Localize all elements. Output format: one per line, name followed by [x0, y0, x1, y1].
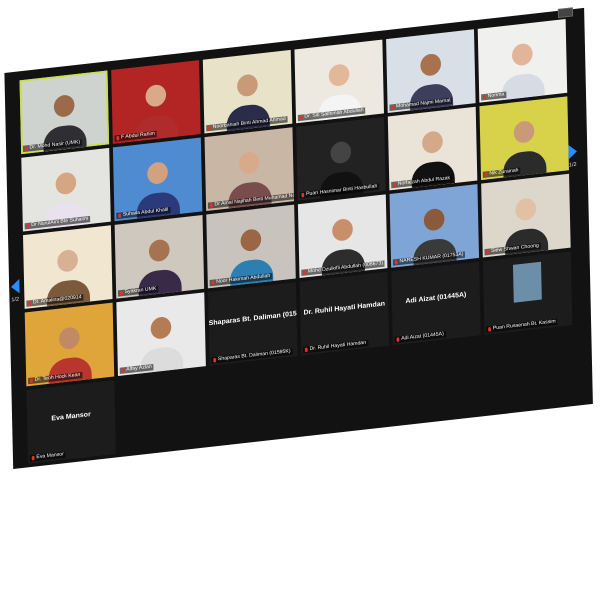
muted-mic-icon	[121, 368, 125, 373]
participant-tile[interactable]: Puan Rusaenah Bt. Kassim	[482, 251, 573, 335]
page-indicator-left: 1/2	[11, 296, 20, 304]
meeting-window-photo: Dr. Mohd Nasir (UMK) F Abdul Rahim Noorbah…	[4, 7, 593, 597]
muted-mic-icon	[486, 249, 490, 255]
participant-tile[interactable]: Norima	[477, 19, 568, 103]
participant-video-head	[57, 248, 79, 273]
participant-name-text: Eva Mansor	[36, 451, 64, 461]
participant-tile[interactable]: Mohd Dzulkifli Abdullah (006673)	[297, 194, 388, 279]
participant-tile[interactable]: Noor Hakimah Abdullah	[206, 204, 296, 289]
participant-display-name: Shaparas Bt. Daliman (015...	[208, 308, 298, 328]
participant-tile[interactable]: Dr. Amalina@020914	[23, 225, 113, 309]
participant-name-label: Dr. Ruhil Hayati Hamdan	[302, 339, 369, 354]
participant-tile[interactable]: Eva Mansor Eva Mansor	[26, 380, 116, 464]
prev-page-arrow-icon[interactable]	[10, 278, 20, 295]
participant-video-head	[58, 326, 80, 351]
muted-mic-icon	[393, 182, 396, 188]
participant-tile[interactable]: Syakran UMK	[114, 214, 205, 299]
participant-video-body	[501, 71, 545, 101]
participant-tile[interactable]: Alfay Azlan	[116, 292, 206, 377]
participant-video-head	[55, 171, 77, 196]
muted-mic-icon	[303, 270, 307, 275]
participant-tile[interactable]: Dr. Mohd Nasir (UMK)	[19, 70, 110, 155]
muted-mic-icon	[304, 347, 308, 353]
next-page-arrow-icon[interactable]	[568, 144, 578, 160]
participant-video-head	[331, 217, 354, 242]
participant-name-text: Adi Aizat (01445A)	[401, 331, 444, 342]
participant-tile[interactable]: Puan Hasnimar Binti Hasbullah	[296, 116, 386, 201]
participant-tile[interactable]: Dr NurulAini Bte Suhaimi	[21, 147, 111, 232]
participant-tile[interactable]: Noorbahiah Binti Ahmad Ahmad	[202, 49, 293, 134]
participant-tile[interactable]: NARESH KUMAR (01753A)	[389, 184, 480, 268]
participant-tile[interactable]: Shaparas Bt. Daliman (015... Shaparas Bt.…	[207, 282, 298, 366]
participant-video-head	[53, 94, 75, 118]
participant-name-text: Puan Rusaenah Bt. Kassim	[492, 318, 556, 332]
participant-video-head	[513, 119, 535, 144]
participant-tile[interactable]: F Abdul Rahim	[111, 60, 201, 144]
participant-tile[interactable]: Adi Aizat (01445A) Adi Aizat (01445A)	[391, 261, 481, 346]
muted-mic-icon	[119, 290, 123, 296]
muted-mic-icon	[28, 300, 32, 306]
participant-tile[interactable]: Suhaila Abdul Khalil	[112, 137, 203, 222]
participant-video-head	[147, 161, 169, 186]
participant-avatar	[512, 261, 542, 303]
participant-video-head	[511, 42, 533, 67]
participant-video-head	[421, 130, 443, 155]
participant-video-head	[150, 315, 172, 340]
muted-mic-icon	[213, 357, 217, 363]
participant-video-head	[145, 83, 167, 108]
muted-mic-icon	[24, 146, 28, 151]
participant-tile[interactable]: Nik Zurainah	[479, 96, 569, 181]
participant-name-label: Eva Mansor	[29, 451, 66, 462]
participant-video-head	[515, 197, 537, 222]
participant-display-name: Eva Mansor	[51, 409, 91, 423]
muted-mic-icon	[394, 259, 398, 265]
muted-mic-icon	[482, 94, 486, 100]
muted-mic-icon	[26, 223, 30, 229]
muted-mic-icon	[31, 455, 35, 461]
participant-name-label: Shaparas Bt. Daliman (01595K)	[211, 348, 293, 364]
muted-mic-icon	[391, 105, 395, 110]
muted-mic-icon	[299, 115, 303, 121]
participant-name-text: Shaparas Bt. Daliman (01595K)	[217, 348, 291, 363]
muted-mic-icon	[118, 213, 122, 219]
participant-display-name: Dr. Ruhil Hayati Hamdan	[303, 299, 386, 317]
participant-video-head	[330, 140, 352, 165]
participant-tile[interactable]: Norfaizah Abdul Razak	[387, 106, 478, 191]
participant-video-head	[328, 63, 350, 88]
muted-mic-icon	[29, 378, 33, 384]
participant-tile[interactable]: Siew Shwan Choong	[481, 173, 571, 258]
participant-video-head	[240, 228, 262, 253]
participant-name-label: Puan Rusaenah Bt. Kassim	[486, 318, 558, 333]
participant-name-label: Nik Zurainah	[482, 167, 521, 179]
participant-tile[interactable]: Dr Amal Najihah Binti Muhamad Nor	[204, 127, 295, 211]
muted-mic-icon	[116, 135, 120, 141]
participant-tile[interactable]: Dr. Ruhil Hayati Hamdan Dr. Ruhil Hayati …	[299, 271, 390, 356]
muted-mic-icon	[488, 326, 491, 332]
participant-name-text: Dr. Ruhil Hayati Hamdan	[309, 340, 367, 352]
muted-mic-icon	[208, 125, 211, 131]
muted-mic-icon	[211, 280, 215, 286]
participant-name-label: Adi Aizat (01445A)	[394, 331, 446, 344]
participant-video-head	[148, 238, 170, 263]
participant-video-head	[423, 207, 445, 232]
muted-mic-icon	[484, 172, 488, 177]
participant-video-head	[236, 73, 258, 98]
muted-mic-icon	[301, 192, 305, 198]
participant-video-head	[420, 52, 442, 77]
page-indicator-right: 1/2	[568, 162, 577, 169]
video-meeting-gallery: Dr. Mohd Nasir (UMK) F Abdul Rahim Noorbah…	[4, 7, 593, 470]
muted-mic-icon	[396, 337, 400, 343]
participant-video-head	[238, 150, 260, 175]
participant-display-name: Adi Aizat (01445A)	[405, 290, 467, 305]
participant-tile[interactable]: Dr. Teoh Hock Kean	[24, 302, 115, 387]
participant-tile[interactable]: Dr. Siti Salhimah Abdullah	[294, 39, 384, 124]
muted-mic-icon	[209, 203, 213, 208]
view-toggle-button[interactable]	[557, 7, 574, 19]
participant-grid: Dr. Mohd Nasir (UMK) F Abdul Rahim Noorbah…	[19, 19, 575, 464]
participant-tile[interactable]: Mohamad Najmi Mamat	[386, 29, 476, 113]
